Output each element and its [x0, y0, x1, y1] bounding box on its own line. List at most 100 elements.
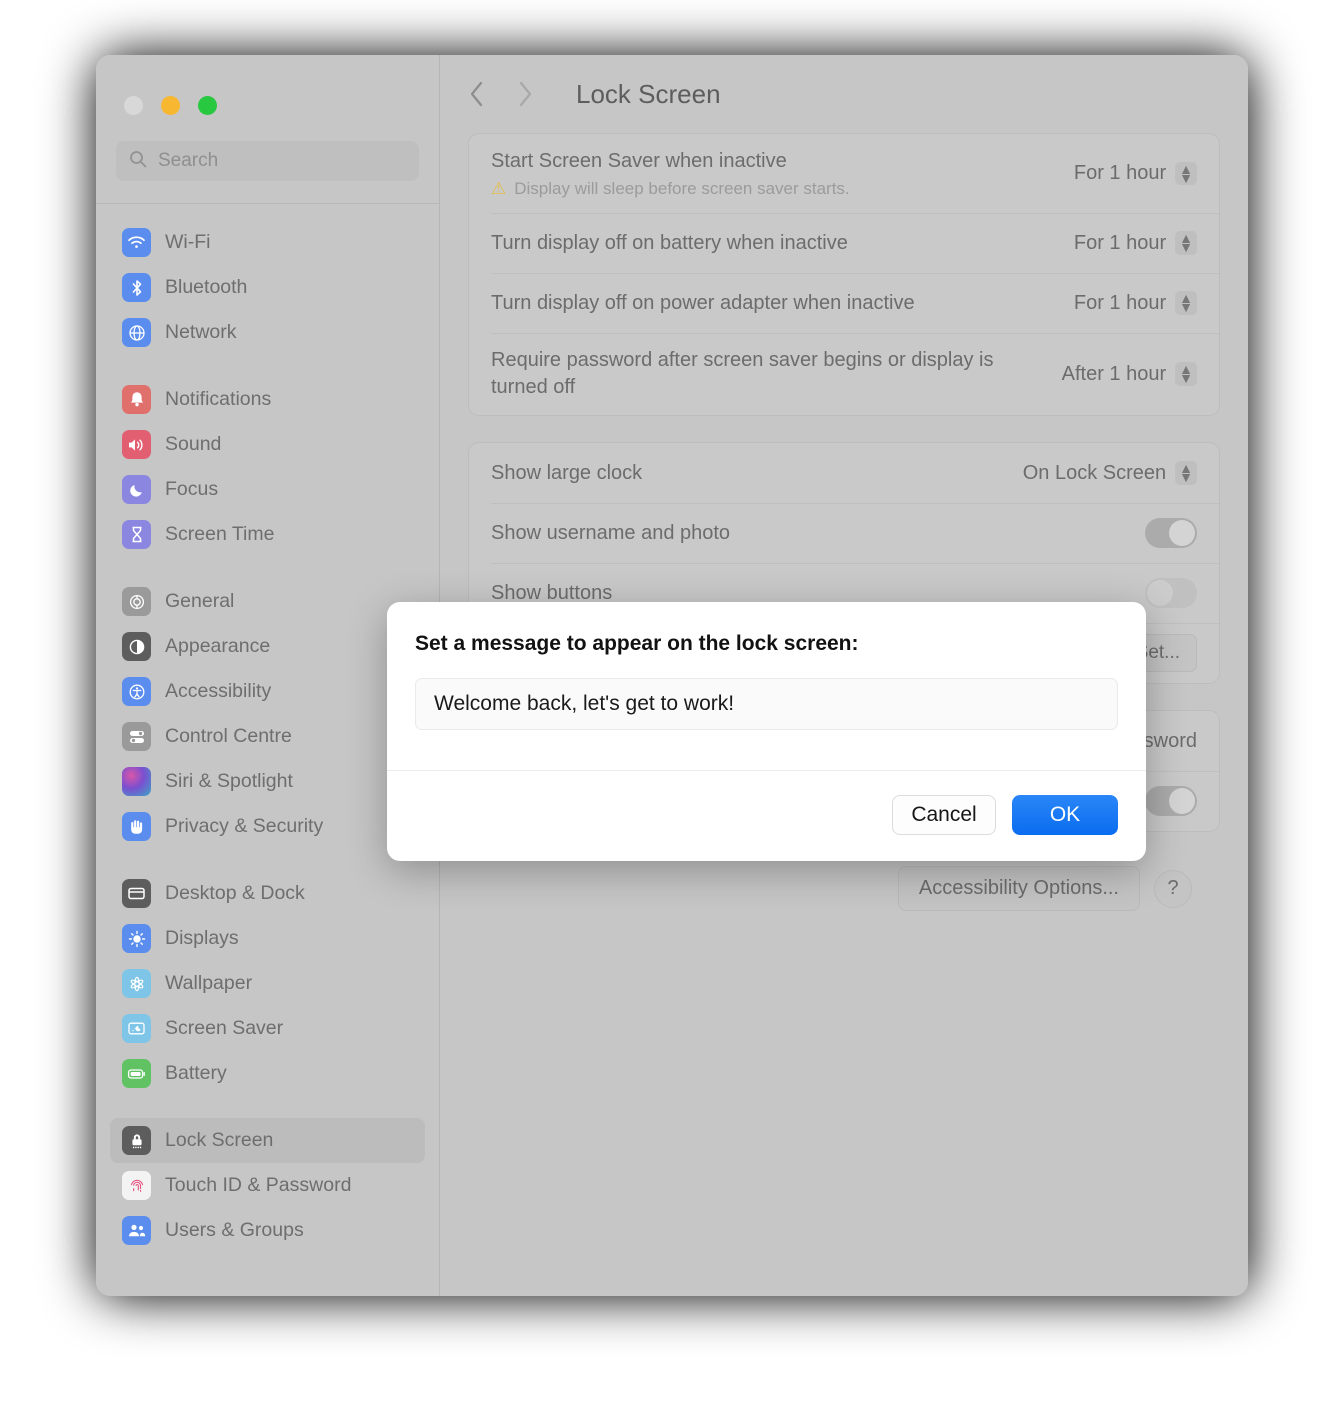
sidebar-item-sound[interactable]: Sound — [110, 422, 425, 467]
sidebar-item-label: Lock Screen — [165, 1129, 274, 1151]
sidebar-item-desktop-dock[interactable]: Desktop & Dock — [110, 871, 425, 916]
sidebar-item-general[interactable]: General — [110, 579, 425, 624]
dialog-title: Set a message to appear on the lock scre… — [415, 632, 859, 655]
toggle-show-sleep-restart-shutdown[interactable] — [1145, 786, 1197, 816]
warning-icon: ⚠ — [491, 179, 507, 198]
accessibility-options-button[interactable]: Accessibility Options... — [897, 866, 1140, 911]
back-button[interactable] — [464, 80, 490, 108]
sidebar-item-lock-screen[interactable]: Lock Screen — [110, 1118, 425, 1163]
row-label: Start Screen Saver when inactive — [491, 150, 787, 172]
sidebar-item-displays[interactable]: Displays — [110, 916, 425, 961]
sidebar-item-siri-spotlight[interactable]: Siri & Spotlight — [110, 759, 425, 804]
row-display-off-power-adapter[interactable]: Turn display off on power adapter when i… — [469, 273, 1219, 333]
popup-start-screen-saver[interactable]: For 1 hour ▲ ▼ — [1074, 161, 1197, 186]
sidebar-item-touch-id-password[interactable]: Touch ID & Password — [110, 1163, 425, 1208]
accessibility-icon — [122, 677, 151, 706]
sidebar-item-focus[interactable]: Focus — [110, 467, 425, 512]
search-input[interactable]: Search — [116, 141, 419, 181]
row-left: Require password after screen saver begi… — [491, 333, 1011, 415]
sidebar-item-control-centre[interactable]: Control Centre — [110, 714, 425, 759]
row-warning: ⚠ Display will sleep before screen saver… — [491, 179, 850, 199]
globe-icon — [122, 318, 151, 347]
zoom-button[interactable] — [198, 96, 217, 115]
ok-button[interactable]: OK — [1012, 795, 1118, 835]
dialog-body: Set a message to appear on the lock scre… — [387, 602, 1146, 730]
sidebar-item-notifications[interactable]: Notifications — [110, 377, 425, 422]
lock-icon — [122, 1126, 151, 1155]
sidebar-item-bluetooth[interactable]: Bluetooth — [110, 265, 425, 310]
help-button[interactable]: ? — [1154, 869, 1192, 908]
sidebar-item-privacy-security[interactable]: Privacy & Security — [110, 804, 425, 849]
hourglass-icon — [122, 520, 151, 549]
popup-value: On Lock Screen — [1022, 461, 1167, 484]
fingerprint-icon — [122, 1171, 151, 1200]
sidebar-item-label: Users & Groups — [165, 1219, 304, 1241]
row-right — [1145, 578, 1197, 608]
row-start-screen-saver[interactable]: Start Screen Saver when inactive ⚠ Displ… — [469, 134, 1219, 213]
cancel-button[interactable]: Cancel — [892, 795, 996, 835]
row-left: Show username and photo — [491, 506, 730, 561]
sidebar-item-label: Desktop & Dock — [165, 882, 305, 904]
row-left: Start Screen Saver when inactive ⚠ Displ… — [491, 134, 850, 213]
row-require-password[interactable]: Require password after screen saver begi… — [469, 333, 1219, 415]
system-settings-window: Search Wi-Fi Bluetooth Network Notificat… — [96, 55, 1248, 1296]
chevron-updown-icon: ▲ ▼ — [1175, 291, 1197, 315]
set-lock-screen-message-dialog: Set a message to appear on the lock scre… — [387, 602, 1146, 861]
sidebar-item-label: Bluetooth — [165, 276, 248, 298]
sidebar-item-label: General — [165, 590, 235, 612]
sidebar-item-label: Focus — [165, 478, 219, 500]
row-label: Require password after screen saver begi… — [491, 349, 994, 398]
siri-icon — [122, 767, 151, 796]
gear-icon — [122, 587, 151, 616]
sidebar-item-battery[interactable]: Battery — [110, 1051, 425, 1096]
wifi-icon — [122, 228, 151, 257]
popup-display-off-battery[interactable]: For 1 hour ▲ ▼ — [1074, 231, 1197, 255]
sidebar-item-wallpaper[interactable]: Wallpaper — [110, 961, 425, 1006]
popup-require-password[interactable]: After 1 hour ▲ ▼ — [1062, 362, 1197, 386]
chevron-updown-icon: ▲ ▼ — [1175, 161, 1197, 186]
row-show-username-and-photo[interactable]: Show username and photo — [469, 503, 1219, 563]
sidebar-item-label: Battery — [165, 1062, 227, 1084]
search-placeholder: Search — [158, 150, 219, 171]
toolbar: Lock Screen — [440, 55, 1248, 133]
sidebar-group-lock: Lock Screen Touch ID & Password Users & … — [96, 1118, 439, 1253]
close-button[interactable] — [124, 96, 143, 115]
popup-display-off-power-adapter[interactable]: For 1 hour ▲ ▼ — [1073, 291, 1197, 315]
forward-button[interactable] — [512, 80, 538, 108]
toggle-show-buttons[interactable] — [1145, 578, 1197, 608]
bell-icon — [122, 385, 151, 414]
sidebar-item-appearance[interactable]: Appearance — [110, 624, 425, 669]
popup-value: For 1 hour — [1073, 291, 1167, 314]
row-right: On Lock Screen ▲ ▼ — [1022, 461, 1197, 485]
footer-buttons: Accessibility Options... ? — [468, 858, 1220, 911]
minimize-button[interactable] — [161, 96, 180, 115]
row-right: For 1 hour ▲ ▼ — [1073, 291, 1197, 315]
traffic-lights — [96, 55, 439, 115]
sidebar-item-wi-fi[interactable]: Wi-Fi — [110, 220, 425, 265]
sidebar-item-screen-time[interactable]: Screen Time — [110, 512, 425, 557]
contrast-icon — [122, 632, 151, 661]
row-right — [1145, 786, 1197, 816]
sidebar-item-label: Screen Saver — [165, 1017, 284, 1039]
sidebar-item-users-groups[interactable]: Users & Groups — [110, 1208, 425, 1253]
chevron-updown-icon: ▲ ▼ — [1175, 362, 1197, 386]
popup-show-large-clock[interactable]: On Lock Screen ▲ ▼ — [1022, 461, 1197, 485]
toggle-knob — [1147, 580, 1173, 606]
toggle-show-username-and-photo[interactable] — [1145, 518, 1197, 548]
sidebar-item-network[interactable]: Network — [110, 310, 425, 355]
row-display-off-battery[interactable]: Turn display off on battery when inactiv… — [469, 213, 1219, 273]
speaker-icon — [122, 430, 151, 459]
row-right: After 1 hour ▲ ▼ — [1062, 362, 1197, 386]
row-show-large-clock[interactable]: Show large clock On Lock Screen ▲ ▼ — [469, 443, 1219, 503]
brightness-icon — [122, 924, 151, 953]
lock-screen-message-input[interactable]: Welcome back, let's get to work! — [415, 678, 1118, 730]
sidebar-item-accessibility[interactable]: Accessibility — [110, 669, 425, 714]
hand-icon — [122, 812, 151, 841]
sidebar-item-label: Notifications — [165, 388, 272, 410]
warning-text: Display will sleep before screen saver s… — [514, 179, 850, 198]
sidebar-item-label: Appearance — [165, 635, 271, 657]
sidebar-item-screen-saver[interactable]: Screen Saver — [110, 1006, 425, 1051]
row-label: Turn display off on battery when inactiv… — [491, 231, 848, 254]
dialog-actions: Cancel OK — [892, 795, 1118, 835]
